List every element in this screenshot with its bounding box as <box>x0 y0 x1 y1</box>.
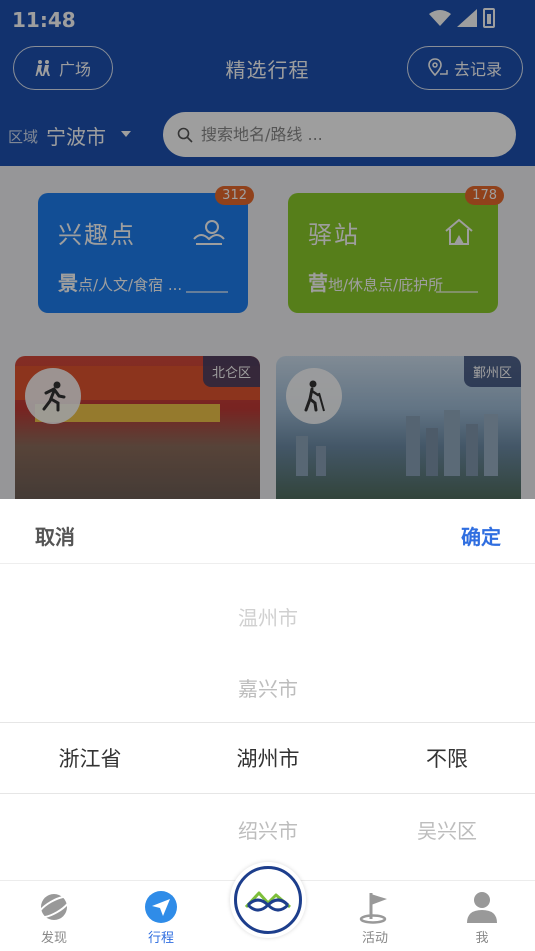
user-icon <box>467 892 497 923</box>
tab-discover[interactable]: 发现 <box>19 889 89 946</box>
picker-district-selected[interactable]: 不限 <box>357 743 535 773</box>
tab-me-label: 我 <box>475 931 489 946</box>
center-logo-button[interactable] <box>230 862 306 938</box>
tab-itinerary-label: 行程 <box>147 931 174 946</box>
tab-activity-label: 活动 <box>361 931 388 946</box>
confirm-button[interactable]: 确定 <box>461 521 501 550</box>
picker-city-option[interactable]: 温州市 <box>178 602 358 631</box>
picker-city-option[interactable]: 绍兴市 <box>178 815 358 844</box>
modal-overlay[interactable] <box>0 0 535 500</box>
selection-line-bottom <box>0 793 535 794</box>
tab-discover-label: 发现 <box>40 931 67 946</box>
picker-province-selected[interactable]: 浙江省 <box>0 743 180 773</box>
mountain-logo-icon <box>234 866 302 934</box>
planet-icon <box>37 894 71 920</box>
tab-itinerary[interactable]: 行程 <box>126 889 196 946</box>
cancel-button[interactable]: 取消 <box>35 521 75 550</box>
flag-icon <box>359 893 387 924</box>
region-picker-sheet: 取消 确定 浙江省 温州市 嘉兴市 湖州市 绍兴市 不限 吴兴区 <box>0 499 535 880</box>
tab-activity[interactable]: 活动 <box>340 889 410 946</box>
picker-district-option[interactable]: 吴兴区 <box>357 815 535 844</box>
selection-line-top <box>0 722 535 723</box>
navigation-arrow-icon <box>145 891 177 923</box>
picker-city-option[interactable]: 嘉兴市 <box>178 673 358 702</box>
picker-header: 取消 确定 <box>0 499 535 564</box>
picker-city-selected[interactable]: 湖州市 <box>178 743 358 773</box>
tab-me[interactable]: 我 <box>447 889 517 946</box>
